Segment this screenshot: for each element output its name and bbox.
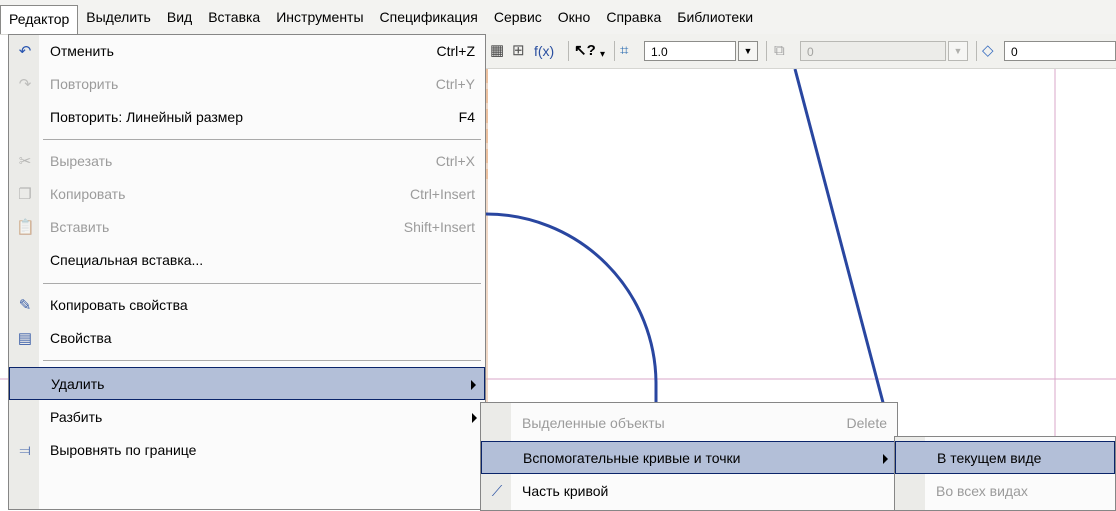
menu-item-paste: 📋 Вставить Shift+Insert	[9, 211, 485, 244]
menu-item-current-view[interactable]: В текущем виде	[895, 441, 1115, 474]
menu-item-label: Повторить: Линейный размер	[50, 109, 243, 125]
copy-icon: ❐	[18, 186, 32, 203]
redo-icon: ↷	[18, 76, 32, 93]
menu-item-label: Свойства	[50, 330, 112, 346]
menu-item-label: Вспомогательные кривые и точки	[523, 450, 741, 466]
align-icon: ⫤	[19, 442, 31, 459]
inclined-line	[793, 69, 892, 430]
menu-item-shortcut: Ctrl+Insert	[410, 186, 475, 202]
menu-item-label: Разбить	[50, 409, 103, 425]
submenu-arrow-icon	[471, 380, 476, 390]
menu-item-shortcut: Ctrl+Y	[435, 76, 475, 92]
toolbar: ▦ ⊞ f(x) ↖? ▾ ⌗ 1.0 ▼ ⧉ 0 ▼ ◇ 0	[486, 34, 1116, 69]
menu-item-all-views: Во всех видах	[895, 475, 1115, 508]
menu-item-label: Выделенные объекты	[522, 415, 665, 431]
menu-item-label: Специальная вставка...	[50, 252, 204, 268]
menu-bar: Редактор Выделить Вид Вставка Инструмент…	[0, 0, 1116, 35]
step-combo: 0	[800, 41, 946, 61]
scale-dropdown-button[interactable]: ▼	[738, 41, 758, 61]
brush-icon: ✎	[18, 297, 32, 314]
menu-item-shortcut: Shift+Insert	[403, 219, 475, 235]
menu-service[interactable]: Сервис	[486, 4, 550, 30]
menu-view[interactable]: Вид	[159, 4, 200, 30]
arc-curve	[485, 212, 658, 429]
menu-select[interactable]: Выделить	[78, 4, 159, 30]
submenu-arrow-icon	[883, 454, 888, 464]
menu-item-shortcut: F4	[458, 109, 475, 125]
menu-item-copy-properties[interactable]: ✎ Копировать свойства	[9, 289, 485, 322]
menu-item-shortcut: Ctrl+Z	[436, 43, 476, 59]
menu-specification[interactable]: Спецификация	[372, 4, 486, 30]
layer-combo[interactable]: 0	[1004, 41, 1116, 61]
menu-item-paste-special[interactable]: Специальная вставка...	[9, 244, 485, 277]
help-mark: ?	[586, 42, 596, 59]
calculator-icon[interactable]: ▦	[490, 42, 504, 60]
menu-item-label: Удалить	[51, 376, 105, 392]
toolbar-overflow-icon[interactable]: ▾	[600, 46, 605, 64]
toolbar-separator	[766, 41, 767, 61]
fx-icon[interactable]: f(x)	[534, 42, 554, 60]
menu-insert[interactable]: Вставка	[200, 4, 268, 30]
menu-item-aux-curves-points[interactable]: Вспомогательные кривые и точки	[481, 441, 897, 474]
menu-item-align-to-boundary[interactable]: ⫤ Выровнять по границе	[9, 434, 485, 467]
curve-part-icon: ⟋	[491, 483, 503, 500]
menu-item-undo[interactable]: ↶ Отменить Ctrl+Z	[9, 35, 485, 68]
step-dropdown-button: ▼	[948, 41, 968, 61]
menu-help[interactable]: Справка	[598, 4, 669, 30]
menu-item-delete-selected: Выделенные объекты Delete	[481, 407, 897, 440]
variables-icon[interactable]: ⊞	[512, 42, 525, 60]
menu-item-shortcut: Ctrl+X	[435, 153, 475, 169]
menu-item-label: Копировать свойства	[50, 297, 188, 313]
menu-item-label: Часть кривой	[522, 483, 609, 499]
menu-item-repeat-linear-dimension[interactable]: Повторить: Линейный размер F4	[9, 101, 485, 134]
menu-window[interactable]: Окно	[550, 4, 599, 30]
menu-item-split[interactable]: Разбить	[9, 401, 485, 434]
menu-item-properties[interactable]: ▤ Свойства	[9, 322, 485, 355]
step-icon: ⧉	[774, 42, 785, 59]
grid-snap-icon[interactable]: ⌗	[620, 42, 628, 60]
toolbar-separator	[568, 41, 569, 61]
help-pointer-icon[interactable]: ↖?	[574, 42, 596, 60]
menu-separator	[43, 283, 481, 284]
menu-editor[interactable]: Редактор	[0, 4, 79, 34]
menu-item-label: Копировать	[50, 186, 126, 202]
menu-libraries[interactable]: Библиотеки	[669, 4, 761, 30]
layers-icon[interactable]: ◇	[982, 42, 994, 60]
menu-item-label: Отменить	[50, 43, 114, 59]
menu-item-label: Повторить	[50, 76, 119, 92]
menu-item-label: Вырезать	[50, 153, 113, 169]
delete-submenu: Выделенные объекты Delete Вспомогательны…	[480, 402, 898, 511]
menu-item-label: Вставить	[50, 219, 110, 235]
menu-item-copy: ❐ Копировать Ctrl+Insert	[9, 178, 485, 211]
scale-combo[interactable]: 1.0	[644, 41, 736, 61]
menu-item-label: Во всех видах	[936, 483, 1028, 499]
menu-item-curve-part[interactable]: ⟋ Часть кривой	[481, 475, 897, 508]
properties-icon: ▤	[17, 330, 33, 347]
undo-icon: ↶	[18, 43, 32, 60]
editor-menu: ↶ Отменить Ctrl+Z ↷ Повторить Ctrl+Y Пов…	[8, 34, 486, 510]
paste-icon: 📋	[16, 219, 35, 236]
menu-item-label: В текущем виде	[937, 450, 1042, 466]
scissors-icon: ✂	[18, 153, 32, 170]
menu-separator	[43, 139, 481, 140]
menu-tools[interactable]: Инструменты	[268, 4, 371, 30]
submenu-arrow-icon	[472, 413, 477, 423]
menu-separator	[43, 360, 481, 361]
menu-item-shortcut: Delete	[846, 415, 887, 431]
toolbar-separator	[976, 41, 977, 61]
aux-curves-submenu: В текущем виде Во всех видах	[894, 436, 1116, 511]
toolbar-separator	[614, 41, 615, 61]
menu-item-label: Выровнять по границе	[50, 442, 197, 458]
menu-item-delete[interactable]: Удалить	[9, 367, 485, 400]
menu-item-cut: ✂ Вырезать Ctrl+X	[9, 145, 485, 178]
menu-item-redo: ↷ Повторить Ctrl+Y	[9, 68, 485, 101]
